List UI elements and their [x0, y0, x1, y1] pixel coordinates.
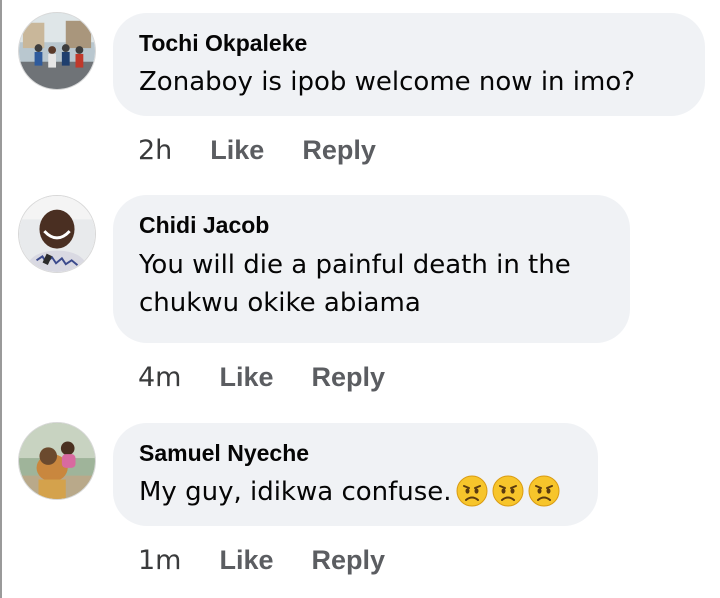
reply-button[interactable]: Reply [312, 362, 386, 393]
comment-bubble: Tochi Okpaleke Zonaboy is ipob welcome n… [113, 13, 705, 116]
avatar[interactable] [18, 195, 96, 273]
frowning-face-emoji-icon [528, 475, 560, 507]
left-edge-divider [0, 0, 2, 598]
like-button[interactable]: Like [219, 545, 273, 576]
like-button[interactable]: Like [219, 362, 273, 393]
comment-actions: 1m Like Reply [138, 542, 423, 578]
avatar[interactable] [18, 12, 96, 90]
comment-text: Zonaboy is ipob welcome now in imo? [139, 67, 636, 97]
frowning-face-emoji-icon [492, 475, 524, 507]
comment-bubble: Samuel Nyeche My guy, idikwa confuse. [113, 423, 598, 526]
reply-button[interactable]: Reply [312, 545, 386, 576]
comment-text: My guy, idikwa confuse. [139, 473, 560, 511]
like-button[interactable]: Like [210, 135, 264, 166]
avatar[interactable] [18, 422, 96, 500]
comment-bubble: Chidi Jacob You will die a painful death… [113, 195, 630, 343]
comment-author[interactable]: Tochi Okpaleke [139, 30, 307, 57]
woman-with-child-avatar-icon [19, 423, 95, 499]
comment-author[interactable]: Chidi Jacob [139, 212, 269, 239]
reply-button[interactable]: Reply [302, 135, 376, 166]
emoji-group [456, 475, 560, 507]
frowning-face-emoji-icon [456, 475, 488, 507]
comment-actions: 2h Like Reply [138, 132, 414, 168]
runners-photo-avatar-icon [19, 13, 95, 89]
comment-timestamp[interactable]: 1m [138, 545, 181, 576]
comment-timestamp[interactable]: 4m [138, 362, 181, 393]
comment-author[interactable]: Samuel Nyeche [139, 440, 309, 467]
smiling-man-avatar-icon [19, 196, 95, 272]
comment-timestamp[interactable]: 2h [138, 135, 172, 166]
comment-actions: 4m Like Reply [138, 359, 423, 395]
comment-text: You will die a painful death in the chuk… [139, 250, 571, 318]
